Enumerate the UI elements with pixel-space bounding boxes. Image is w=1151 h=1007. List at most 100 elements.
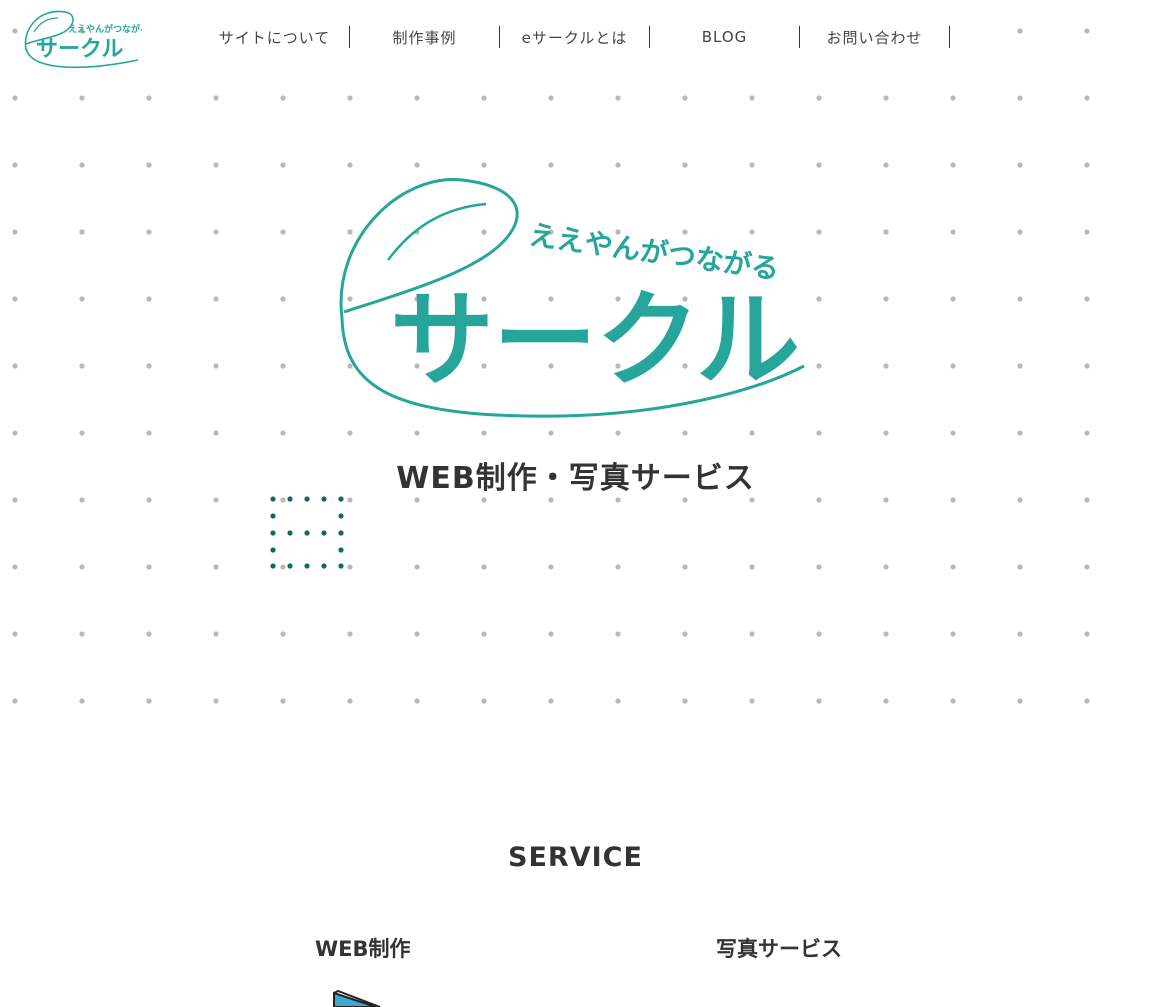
grid-dot: [146, 564, 152, 570]
grid-dot: [213, 430, 219, 436]
nav-item-works[interactable]: 制作事例: [350, 26, 500, 48]
grid-dot: [347, 698, 353, 704]
grid-dot: [615, 631, 621, 637]
grid-dot: [146, 296, 152, 302]
nav-item-contact[interactable]: お問い合わせ: [800, 26, 950, 48]
grid-dot: [79, 564, 85, 570]
grid-dot: [414, 698, 420, 704]
grid-dot: [280, 698, 286, 704]
accent-dot: [304, 563, 310, 569]
grid-dot: [749, 162, 755, 168]
grid-dot: [1017, 564, 1023, 570]
nav-item-about[interactable]: サイトについて: [200, 26, 350, 48]
grid-dot: [950, 95, 956, 101]
grid-dot: [146, 162, 152, 168]
grid-dot: [1084, 296, 1090, 302]
grid-dot: [414, 497, 420, 503]
grid-dot: [816, 229, 822, 235]
grid-dot: [280, 430, 286, 436]
grid-dot: [12, 430, 18, 436]
accent-dot: [338, 563, 344, 569]
grid-dot: [280, 95, 286, 101]
grid-dot: [615, 162, 621, 168]
grid-dot: [79, 95, 85, 101]
service-title: SERVICE: [508, 842, 643, 873]
grid-dot: [481, 95, 487, 101]
grid-dot: [1084, 698, 1090, 704]
nav-item-ecircle[interactable]: eサークルとは: [500, 26, 650, 48]
grid-dot: [682, 698, 688, 704]
accent-dot: [270, 547, 276, 553]
grid-dot: [950, 162, 956, 168]
grid-dot: [615, 497, 621, 503]
grid-dot: [280, 564, 286, 570]
grid-dot: [816, 631, 822, 637]
grid-dot: [682, 162, 688, 168]
accent-dot: [338, 496, 344, 502]
grid-dot: [280, 497, 286, 503]
grid-dot: [481, 497, 487, 503]
grid-dot: [950, 430, 956, 436]
hero-logo-tagline: ええやんがつながる: [527, 218, 781, 286]
grid-dot: [816, 363, 822, 369]
grid-dot: [883, 430, 889, 436]
accent-dot: [321, 563, 327, 569]
grid-dot: [481, 631, 487, 637]
grid-dot: [950, 229, 956, 235]
grid-dot: [79, 363, 85, 369]
site-logo[interactable]: ええやんがつながる サークル: [20, 8, 142, 72]
grid-dot: [12, 363, 18, 369]
grid-dot: [950, 631, 956, 637]
grid-dot: [950, 363, 956, 369]
service-photo-label[interactable]: 写真サービス: [716, 933, 842, 963]
grid-dot: [79, 631, 85, 637]
nav-item-blog[interactable]: BLOG: [650, 26, 800, 48]
grid-dot: [213, 296, 219, 302]
grid-dot: [414, 631, 420, 637]
grid-dot: [1017, 95, 1023, 101]
service-web-label[interactable]: WEB制作: [315, 933, 411, 963]
grid-dot: [548, 631, 554, 637]
monitor-icon: [333, 990, 381, 1007]
grid-dot: [548, 497, 554, 503]
accent-dot: [270, 513, 276, 519]
accent-dot: [338, 547, 344, 553]
site-logo-name: サークル: [36, 37, 123, 62]
grid-dot: [280, 229, 286, 235]
accent-dot: [270, 530, 276, 536]
grid-dot: [749, 564, 755, 570]
grid-dot: [213, 497, 219, 503]
grid-dot: [1084, 229, 1090, 235]
hero-logo: ええやんがつながる サークル: [339, 178, 805, 418]
grid-dot: [146, 229, 152, 235]
grid-dot: [79, 698, 85, 704]
grid-dot: [146, 631, 152, 637]
grid-dot: [548, 698, 554, 704]
grid-dot: [12, 162, 18, 168]
accent-dot: [304, 530, 310, 536]
grid-dot: [79, 296, 85, 302]
grid-dot: [12, 229, 18, 235]
grid-dot: [1084, 363, 1090, 369]
grid-dot: [12, 296, 18, 302]
accent-dot: [338, 530, 344, 536]
grid-dot: [1084, 162, 1090, 168]
accent-dot: [270, 563, 276, 569]
grid-dot: [347, 631, 353, 637]
grid-dot: [1017, 631, 1023, 637]
grid-dot: [548, 162, 554, 168]
main-nav: サイトについて 制作事例 eサークルとは BLOG お問い合わせ: [200, 26, 950, 50]
grid-dot: [615, 564, 621, 570]
grid-dot: [213, 162, 219, 168]
accent-dot: [321, 530, 327, 536]
site-logo-tagline: ええやんがつながる: [68, 23, 142, 35]
grid-dot: [1084, 631, 1090, 637]
grid-dot: [414, 95, 420, 101]
grid-dot: [280, 363, 286, 369]
grid-dot: [1017, 430, 1023, 436]
grid-dot: [749, 497, 755, 503]
grid-dot: [12, 497, 18, 503]
grid-dot: [12, 564, 18, 570]
grid-dot: [481, 430, 487, 436]
grid-dot: [816, 564, 822, 570]
